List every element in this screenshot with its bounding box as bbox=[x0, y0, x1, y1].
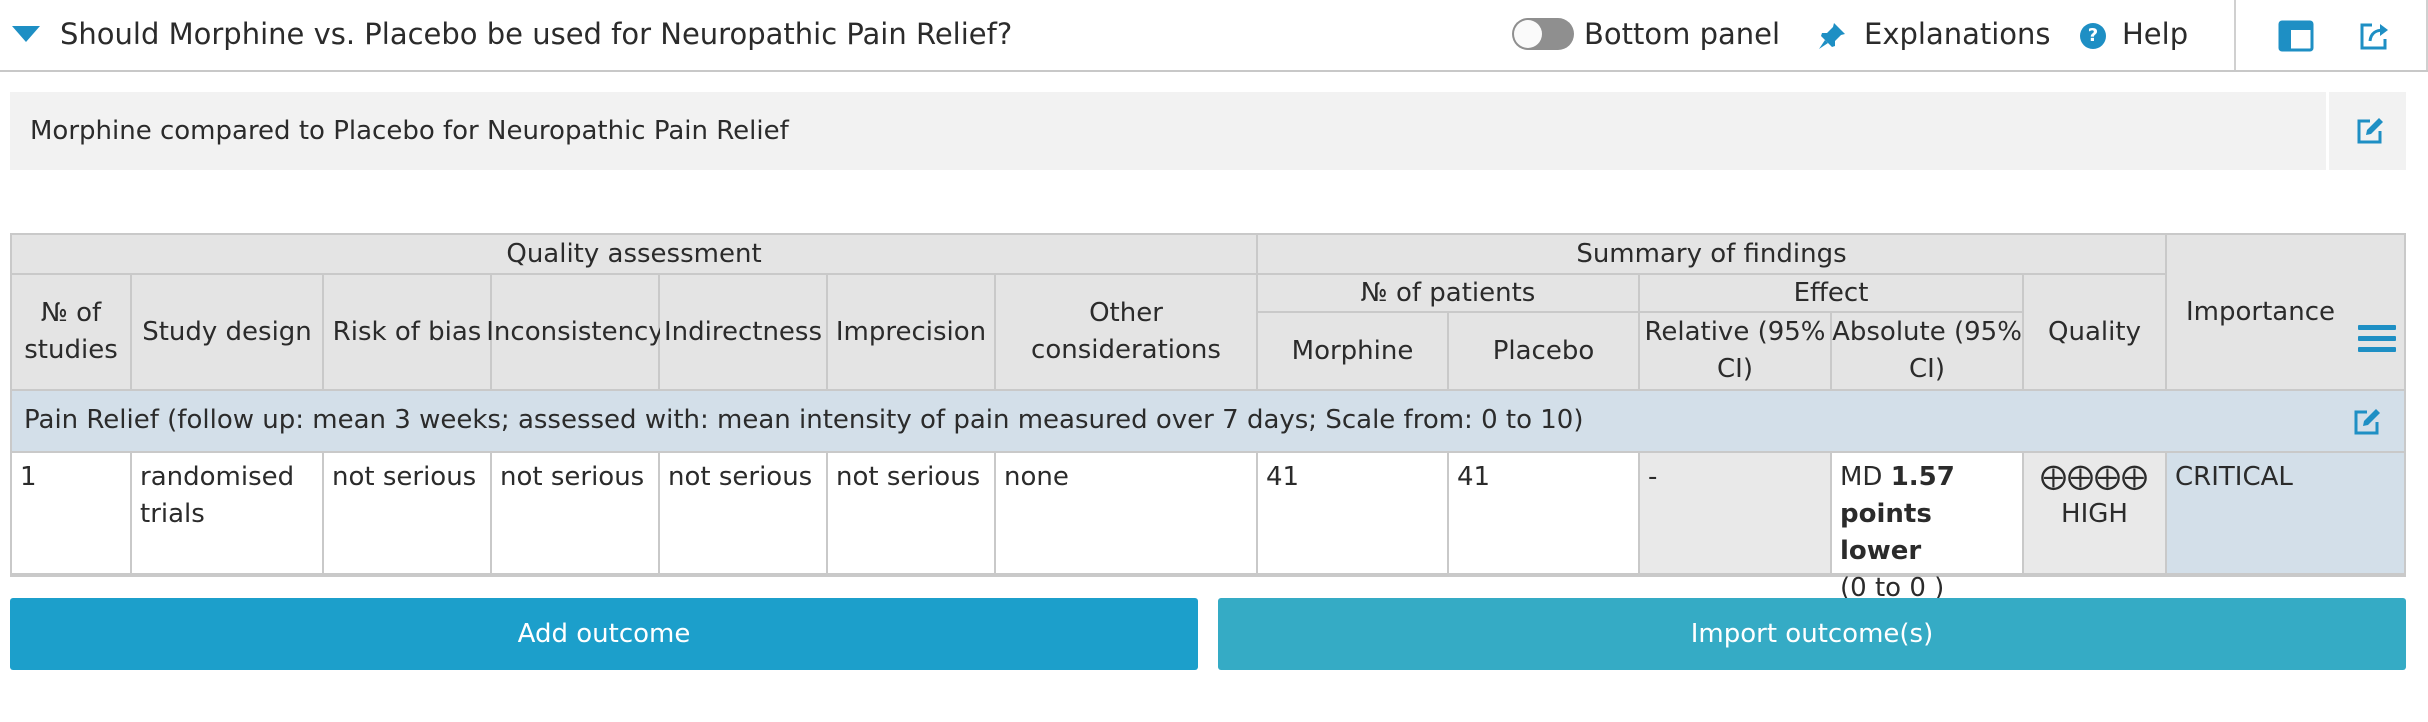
table-title-edit-button[interactable] bbox=[2326, 92, 2406, 170]
cell-indirectness[interactable]: not serious bbox=[660, 453, 828, 575]
importance-header-label: Importance bbox=[2186, 296, 2335, 327]
menu-icon[interactable] bbox=[2358, 325, 2396, 355]
cell-other-considerations[interactable]: none bbox=[996, 453, 1258, 575]
outcome-edit-icon[interactable] bbox=[2352, 407, 2382, 437]
col-imprecision: Imprecision bbox=[828, 275, 996, 391]
cell-absolute[interactable]: MD 1.57 points lower (0 to 0 ) bbox=[1832, 453, 2024, 603]
col-risk-of-bias: Risk of bias bbox=[324, 275, 492, 391]
quality-symbols: ⨁⨁⨁⨁ bbox=[2040, 462, 2149, 492]
col-study-design: Study design bbox=[132, 275, 324, 391]
bottom-panel-toggle[interactable] bbox=[1512, 18, 1574, 50]
layout-icon[interactable] bbox=[2278, 20, 2314, 52]
pin-icon[interactable] bbox=[1816, 20, 1848, 52]
group-num-patients: № of patients bbox=[1258, 275, 1640, 313]
evidence-profile-table: Quality assessment Summary of findings I… bbox=[10, 233, 2406, 603]
col-inconsistency: Inconsistency bbox=[486, 275, 664, 391]
bottom-panel-label[interactable]: Bottom panel bbox=[1584, 17, 1780, 51]
cell-relative[interactable]: - bbox=[1640, 453, 1832, 575]
cell-morphine[interactable]: 41 bbox=[1258, 453, 1449, 575]
help-label[interactable]: Help bbox=[2122, 17, 2188, 51]
col-other-considerations: Other considerations bbox=[996, 275, 1258, 391]
edit-icon[interactable] bbox=[2355, 116, 2385, 146]
outcome-row[interactable]: Pain Relief (follow up: mean 3 weeks; as… bbox=[12, 391, 2404, 453]
toggle-knob bbox=[1514, 20, 1542, 48]
cell-importance[interactable]: CRITICAL bbox=[2167, 453, 2404, 575]
col-morphine: Morphine bbox=[1258, 313, 1449, 391]
absolute-prefix: MD bbox=[1840, 462, 1891, 492]
col-quality: Quality bbox=[2024, 275, 2167, 391]
table-title-box: Morphine compared to Placebo for Neuropa… bbox=[10, 92, 2326, 170]
cell-study-design[interactable]: randomised trials bbox=[132, 453, 324, 575]
explanations-label[interactable]: Explanations bbox=[1864, 17, 2051, 51]
col-indirectness: Indirectness bbox=[660, 275, 828, 391]
importance-header: Importance bbox=[2167, 235, 2404, 391]
cell-num-studies[interactable]: 1 bbox=[12, 453, 132, 575]
group-effect: Effect bbox=[1640, 275, 2024, 313]
col-placebo: Placebo bbox=[1449, 313, 1640, 391]
group-summary-of-findings: Summary of findings bbox=[1258, 235, 2167, 275]
export-icon[interactable] bbox=[2358, 20, 2392, 52]
col-absolute: Absolute (95% CI) bbox=[1832, 313, 2024, 391]
outcome-title: Pain Relief (follow up: mean 3 weeks; as… bbox=[24, 405, 1584, 435]
col-relative: Relative (95% CI) bbox=[1640, 313, 1832, 391]
cell-imprecision[interactable]: not serious bbox=[828, 453, 996, 575]
add-outcome-button[interactable]: Add outcome bbox=[10, 598, 1198, 670]
cell-quality[interactable]: ⨁⨁⨁⨁ HIGH bbox=[2024, 453, 2167, 575]
question-title: Should Morphine vs. Placebo be used for … bbox=[60, 17, 1013, 51]
header-divider bbox=[2234, 0, 2236, 70]
cell-risk-of-bias[interactable]: not serious bbox=[324, 453, 492, 575]
table-title: Morphine compared to Placebo for Neuropa… bbox=[30, 116, 789, 146]
question-header: Should Morphine vs. Placebo be used for … bbox=[0, 0, 2428, 72]
cell-inconsistency[interactable]: not serious bbox=[492, 453, 660, 575]
col-num-studies: № of studies bbox=[12, 275, 132, 391]
cell-placebo[interactable]: 41 bbox=[1449, 453, 1640, 575]
quality-label: HIGH bbox=[2061, 499, 2128, 529]
import-outcomes-button[interactable]: Import outcome(s) bbox=[1218, 598, 2406, 670]
help-icon[interactable]: ? bbox=[2080, 23, 2106, 49]
group-quality-assessment: Quality assessment bbox=[12, 235, 1258, 275]
collapse-triangle-icon[interactable] bbox=[12, 26, 40, 42]
